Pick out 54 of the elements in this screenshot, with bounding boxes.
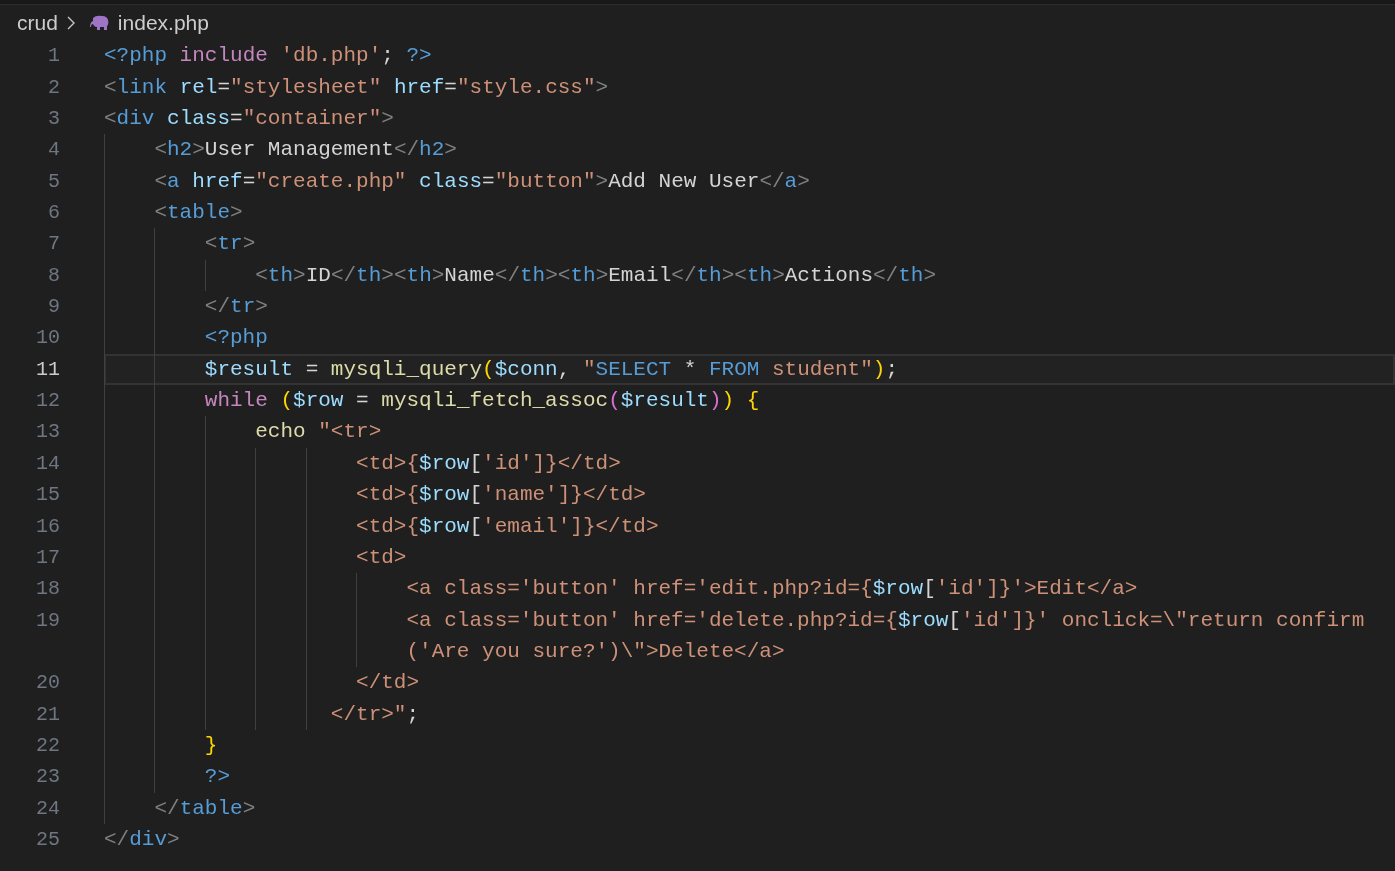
line-number: 15: [36, 483, 60, 507]
line-number: 9: [48, 295, 60, 319]
line-number: 13: [36, 420, 60, 444]
line-number: 22: [36, 734, 60, 758]
code-line: <a class='button' href='delete.php?id={$row['id']}' onclick=\"return confirm: [104, 604, 1395, 636]
line-number: 10: [36, 326, 60, 350]
code-line: </td>: [104, 667, 1395, 699]
line-number: 24: [36, 796, 60, 820]
code-line: <h2>User Management</h2>: [104, 134, 1395, 166]
line-number: 18: [36, 577, 60, 601]
code-line: </table>: [104, 792, 1395, 824]
code-line: </tr>";: [104, 698, 1395, 730]
code-line: }: [104, 729, 1395, 762]
code-line: ('Are you sure?')\">Delete</a>: [104, 635, 1395, 668]
chevron-icon: [65, 14, 76, 31]
line-number: 14: [36, 451, 60, 475]
line-number: 21: [36, 702, 60, 726]
code-line: <td>{$row['id']}</td>: [104, 447, 1395, 480]
code-line: <?php include 'db.php'; ?>: [104, 43, 433, 70]
code-line: <td>{$row['email']}</td>: [104, 510, 1395, 542]
code-line: echo "<tr>: [104, 416, 1395, 448]
code-line: </div>: [104, 827, 181, 854]
code-line: <th>ID</th><th>Name</th><th>Email</th><th>Actions</th>: [104, 259, 1395, 291]
code-line: <a href="create.php" class="button">Add New User</a>: [104, 165, 1395, 197]
breadcrumb-file[interactable]: index.php: [117, 12, 209, 33]
line-number: 4: [48, 138, 60, 162]
code-line: <div class="container">: [104, 105, 395, 132]
line-number: 11: [36, 357, 60, 381]
line-number: 25: [36, 828, 60, 852]
line-number: 5: [48, 169, 60, 193]
line-number: 7: [48, 232, 60, 256]
line-number: 8: [48, 263, 60, 287]
line-number: 12: [36, 389, 60, 413]
code-line: <tr>: [104, 228, 1395, 260]
code-line: while ($row = mysqli_fetch_assoc($result)) {: [104, 384, 1395, 417]
line-number: 16: [36, 514, 60, 538]
elephant-icon: [89, 14, 110, 31]
line-number: 1: [48, 44, 60, 68]
line-number: 17: [36, 545, 60, 569]
line-number: 19: [36, 608, 60, 632]
code-line: </tr>: [104, 290, 1395, 323]
line-number: 2: [48, 75, 60, 99]
code-line: <td>{$row['name']}</td>: [104, 479, 1395, 511]
code-line: ?>: [104, 761, 1395, 793]
line-number: 6: [48, 200, 60, 224]
line-number: 23: [36, 765, 60, 789]
code-line: <?php: [104, 322, 1395, 354]
line-number: 3: [48, 106, 60, 130]
code-line: <table>: [104, 196, 1395, 229]
code-line: <td>: [104, 541, 1395, 574]
breadcrumb-folder[interactable]: crud: [17, 12, 58, 33]
code-line: <a class='button' href='edit.php?id={$row['id']}'>Edit</a>: [104, 573, 1395, 605]
code-line: <link rel="stylesheet" href="style.css">: [104, 74, 610, 101]
line-number: 20: [36, 671, 60, 695]
